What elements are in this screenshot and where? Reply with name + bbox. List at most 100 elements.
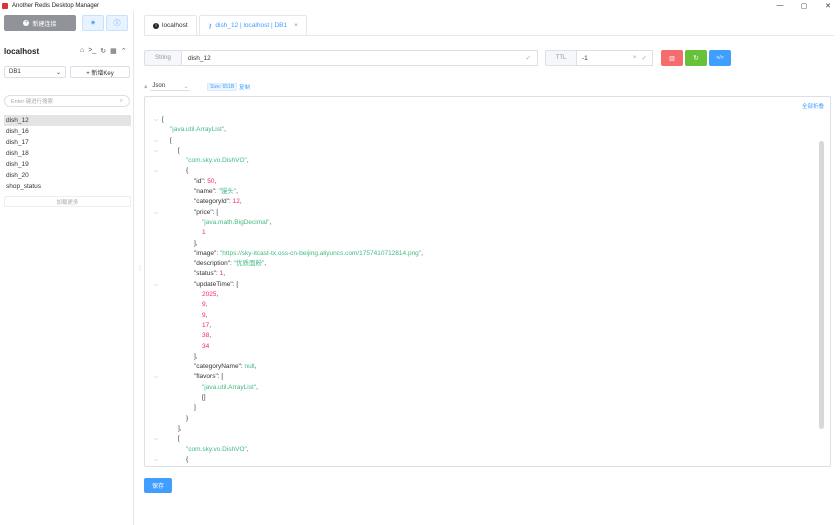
collapse-all-button[interactable]: 全部折叠 (802, 102, 824, 110)
json-token: , (239, 198, 242, 206)
check-icon[interactable]: ✓ (642, 54, 647, 62)
check-icon[interactable]: ✓ (526, 54, 531, 62)
chevron-down-icon[interactable]: ⌵ (154, 280, 158, 290)
json-line-text: 17, (202, 321, 211, 331)
terminal-icon[interactable]: >_ (88, 47, 96, 55)
json-token: [ (178, 435, 180, 443)
json-line-text: "price": [ (194, 208, 218, 218)
json-line: ⌵{ (145, 166, 805, 176)
list-item[interactable]: dish_19 (4, 159, 131, 170)
chevron-down-icon[interactable]: ⌵ (154, 208, 158, 218)
json-token: "id": (194, 466, 207, 467)
connection-toolbar: ⌂ >_ ↻ ▦ ⌃ (80, 47, 127, 55)
json-token: "java.math.BigDecimal" (202, 218, 270, 226)
info-icon: i (153, 22, 159, 29)
json-line: "id": 49, (145, 465, 805, 467)
json-line-text: [ (178, 434, 180, 444)
scrollbar[interactable] (819, 141, 824, 429)
list-item[interactable]: dish_17 (4, 137, 131, 148)
json-token: "name": (194, 188, 219, 196)
json-viewer[interactable]: 全部折叠 ⌵["java.util.ArrayList", ⌵[⌵["com.sk… (144, 96, 831, 467)
json-line: "image": "https://sky-itcast-tx.oss-cn-b… (145, 249, 805, 259)
new-connection-label: 新建连接 (32, 21, 57, 28)
resize-handle[interactable]: ⋮ (137, 265, 143, 272)
json-line-text: "java.math.BigDecimal", (202, 218, 271, 228)
format-value: Json (152, 83, 166, 89)
tab-dish-12[interactable]: ⚷ dish_12 | localhost | DB1 × (198, 15, 307, 35)
connection-name[interactable]: localhost (4, 47, 39, 56)
json-line: "com.sky.vo.DishVO", (145, 445, 805, 455)
json-token: , (224, 126, 226, 134)
json-line-text: { (186, 166, 188, 176)
close-icon[interactable]: ✕ (816, 0, 840, 11)
json-token: , (246, 445, 249, 453)
new-connection-button[interactable]: + 新建连接 (4, 15, 76, 31)
chevron-down-icon[interactable]: ⌵ (154, 455, 158, 465)
json-line: ⌵ "updateTime": [ (145, 280, 805, 290)
collapse-icon[interactable]: ⌃ (121, 47, 127, 55)
json-token: , (421, 249, 423, 257)
json-token: "馒头" (218, 188, 237, 196)
info-button[interactable]: ⓘ (106, 15, 128, 31)
key-name-input[interactable]: dish_12 ✓ (182, 50, 538, 66)
chevron-down-icon[interactable]: ⌵ (154, 434, 158, 444)
search-icon: ⌕ (119, 97, 123, 104)
list-item[interactable]: dish_20 (4, 170, 131, 181)
json-line: "com.sky.vo.DishVO", (145, 156, 805, 166)
tab-localhost[interactable]: i localhost (144, 15, 197, 35)
json-line: 38, (145, 331, 805, 341)
json-token: 49 (207, 466, 214, 467)
ttl-input[interactable]: -1 × ✓ (577, 50, 653, 66)
save-button[interactable]: 保存 (144, 478, 172, 493)
chevron-down-icon[interactable]: ⌵ (154, 372, 158, 382)
format-icon: ⩓ (144, 83, 148, 90)
json-token: ] (194, 404, 196, 412)
refresh-key-button[interactable]: ↻ (685, 50, 707, 66)
json-line: "java.util.ArrayList", (145, 125, 805, 135)
json-line: ], (145, 239, 805, 249)
format-select[interactable]: ⩓ Json ⌄ (144, 82, 204, 92)
json-token: { (186, 455, 189, 463)
json-line: ⌵[ (145, 434, 805, 444)
new-key-button[interactable]: + 新增Key (70, 66, 130, 78)
maximize-icon[interactable]: ▢ (792, 0, 816, 11)
key-search-input[interactable]: Enter 键进行搜索 ⌕ (4, 95, 130, 107)
json-token: , (223, 270, 226, 278)
gear-icon: ✷ (90, 20, 96, 27)
json-line-text: "updateTime": [ (194, 280, 238, 290)
list-item[interactable]: dish_12 (4, 115, 131, 126)
copy-button[interactable]: 复制 (239, 83, 250, 91)
refresh-icon[interactable]: ↻ (100, 47, 106, 55)
clear-icon[interactable]: × (633, 54, 637, 62)
settings-button[interactable]: ✷ (82, 15, 104, 31)
json-line: ⌵[ (145, 136, 805, 146)
json-token: , (236, 188, 238, 196)
delete-key-button[interactable]: ▥ (661, 50, 683, 66)
list-item[interactable]: shop_status (4, 181, 131, 192)
minimize-icon[interactable]: — (768, 0, 792, 11)
grid-icon[interactable]: ▦ (110, 47, 117, 55)
load-more-button[interactable]: 加载更多 (4, 196, 131, 207)
list-item[interactable]: dish_16 (4, 126, 131, 137)
json-token: "java.util.ArrayList" (202, 383, 257, 391)
json-line: 9, (145, 311, 805, 321)
json-line-text: 38, (202, 331, 211, 341)
json-token: { (186, 167, 189, 175)
tab-close-icon[interactable]: × (294, 22, 298, 29)
home-icon[interactable]: ⌂ (80, 47, 84, 55)
chevron-down-icon[interactable]: ⌵ (154, 115, 158, 125)
chevron-down-icon[interactable]: ⌵ (154, 166, 158, 176)
json-line: 17, (145, 321, 805, 331)
json-line: "name": "馒头", (145, 187, 805, 197)
json-line: ⌵{ (145, 455, 805, 465)
window-title: Another Redis Desktop Manager (12, 2, 100, 9)
dump-command-button[interactable]: </> (709, 50, 731, 66)
json-line-text: 2025, (202, 290, 218, 300)
chevron-down-icon[interactable]: ⌵ (154, 146, 158, 156)
json-token: ], (194, 352, 198, 360)
db-select-value: DB1 (9, 69, 21, 75)
chevron-down-icon[interactable]: ⌵ (154, 136, 158, 146)
json-line-text: "description": "优质面粉", (194, 259, 266, 269)
db-select[interactable]: DB1 ⌄ (4, 66, 66, 78)
list-item[interactable]: dish_18 (4, 148, 131, 159)
